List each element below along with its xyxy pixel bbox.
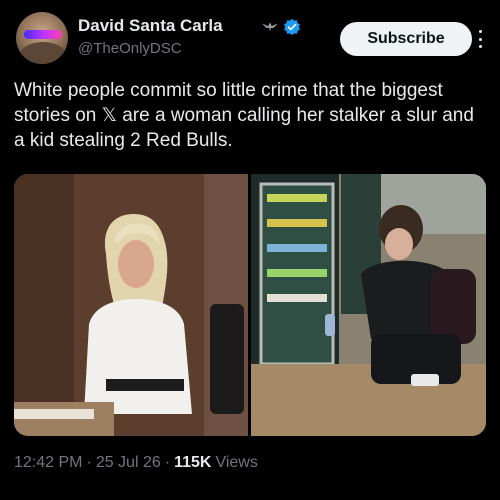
tweet-date[interactable]: 25 Jul 26 [96,454,161,472]
more-vertical-icon[interactable] [473,30,487,48]
media-photo-store-cooler[interactable] [251,174,486,436]
meta-separator: · [164,454,171,471]
author-handle[interactable]: @TheOnlyDSC [78,40,182,57]
more-dot [478,37,482,41]
verified-icon [284,18,300,36]
media-photo-woman-courtroom[interactable] [14,174,248,436]
meta-separator: · [86,454,92,471]
store-illustration [251,174,486,436]
tweet-time[interactable]: 12:42 PM [14,454,82,472]
subscribe-button[interactable]: Subscribe [340,22,472,56]
avatar[interactable] [16,12,68,64]
views-label: Views [215,454,258,471]
courtroom-illustration [14,174,248,436]
avatar-hair [20,42,66,64]
more-dot [478,45,482,48]
author-name[interactable]: David Santa Carla [78,16,223,36]
more-dot [478,30,482,33]
tweet-text: White people commit so little crime that… [14,80,474,151]
media-grid [14,174,486,436]
tweet-header: David Santa Carla @TheOnlyDSC Subscribe [14,10,486,66]
author-badges [261,18,301,36]
tweet-meta: 12:42 PM · 25 Jul 26 · 115K Views [14,454,258,472]
views-count: 115K [174,454,212,471]
eagle-icon [261,22,279,32]
avatar-visor [24,30,62,39]
